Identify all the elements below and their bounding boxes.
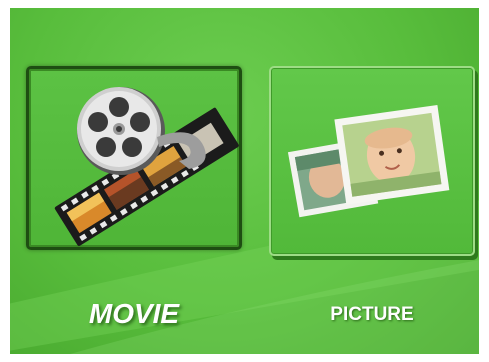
media-menu-screen: MOVIE PICTURE [10,8,479,354]
photos-icon [287,104,450,218]
film-reel-icon [54,87,239,246]
picture-label[interactable]: PICTURE [269,304,475,326]
picture-tile[interactable] [269,66,475,256]
movie-label[interactable]: MOVIE [26,298,242,330]
movie-tile[interactable] [26,66,242,250]
